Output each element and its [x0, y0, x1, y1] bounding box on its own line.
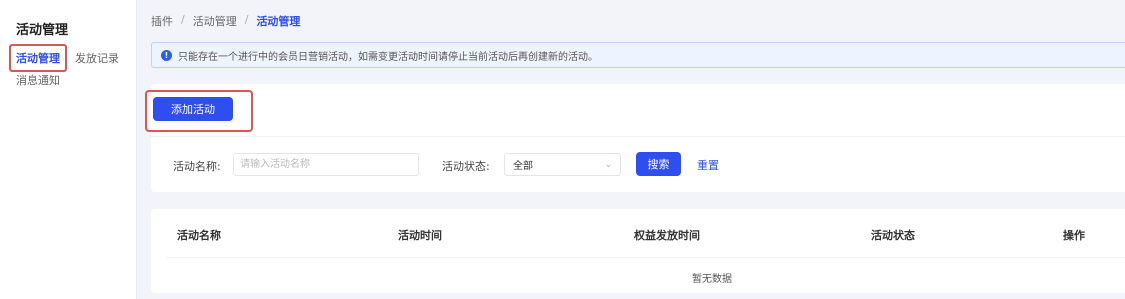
search-button[interactable]: 搜索	[636, 152, 681, 176]
sidebar-item-issue-records[interactable]: 发放记录	[75, 46, 119, 70]
breadcrumb: 插件 / 活动管理 / 活动管理	[151, 13, 300, 29]
main-content: 插件 / 活动管理 / 活动管理 ! 只能存在一个进行中的会员日营销活动，如需变…	[137, 0, 1125, 299]
breadcrumb-separator: /	[244, 13, 249, 26]
sidebar-item-notifications[interactable]: 消息通知	[16, 72, 60, 88]
activity-name-input[interactable]	[233, 153, 419, 176]
alert-text: 只能存在一个进行中的会员日营销活动，如需变更活动时间请停止当前活动后再创建新的活…	[178, 51, 598, 63]
info-alert: ! 只能存在一个进行中的会员日营销活动，如需变更活动时间请停止当前活动后再创建新…	[151, 42, 1125, 68]
sidebar: 活动管理 活动管理 发放记录 消息通知	[0, 0, 137, 299]
breadcrumb-item-activity-management[interactable]: 活动管理	[193, 13, 237, 29]
info-icon: !	[161, 49, 172, 61]
table-divider	[167, 257, 1125, 258]
divider	[151, 136, 1125, 137]
sidebar-item-activity-management[interactable]: 活动管理	[9, 44, 67, 72]
activity-table: 活动名称 活动时间 权益发放时间 活动状态 操作 暂无数据	[151, 209, 1125, 293]
reset-button[interactable]: 重置	[697, 157, 719, 173]
empty-state-text: 暂无数据	[692, 274, 732, 285]
breadcrumb-separator: /	[181, 13, 185, 26]
filter-card: 添加活动 活动名称: 活动状态: 全部 ⌄ 搜索 重置	[145, 84, 1125, 192]
column-header-actions: 操作	[1063, 229, 1085, 242]
column-header-name: 活动名称	[177, 229, 221, 242]
activity-name-label: 活动名称:	[173, 160, 221, 173]
status-select-value: 全部	[513, 161, 533, 172]
activity-status-select[interactable]: 全部 ⌄	[504, 153, 621, 176]
breadcrumb-current: 活动管理	[256, 15, 301, 28]
add-activity-button[interactable]: 添加活动	[153, 97, 233, 121]
activity-status-label: 活动状态:	[442, 160, 490, 173]
column-header-benefit-time: 权益发放时间	[634, 229, 700, 242]
column-header-status: 活动状态	[871, 229, 915, 242]
sidebar-title: 活动管理	[16, 23, 69, 38]
breadcrumb-item-plugins[interactable]: 插件	[151, 13, 173, 29]
chevron-down-icon: ⌄	[604, 159, 612, 170]
column-header-time: 活动时间	[398, 229, 442, 242]
